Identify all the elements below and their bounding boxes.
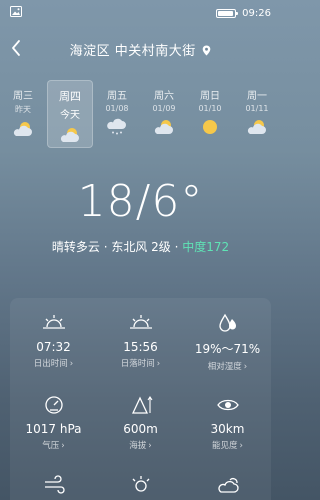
day-item[interactable]: 周一 01/11: [234, 80, 280, 148]
day-item[interactable]: 周三 昨天: [0, 80, 46, 148]
day-date: 01/08: [105, 104, 129, 113]
sunset-label: 日落时间 ›: [97, 357, 184, 369]
altitude-label-text: 海拔: [129, 441, 147, 451]
current-condition: 晴转多云 · 东北风 2级 · 中度172: [0, 238, 281, 255]
current-temperature: 18/6°: [77, 176, 204, 227]
day-item[interactable]: 周五 01/08: [94, 80, 140, 148]
sunrise-icon: [42, 315, 65, 329]
sunrise-label: 日出时间 ›: [10, 357, 97, 369]
cloud-rain-snow-icon: [107, 118, 126, 135]
location-pin-icon: [203, 45, 211, 56]
humidity-icon: [218, 313, 236, 332]
day-date: 01/09: [152, 104, 176, 113]
day-date: 01/11: [245, 104, 269, 113]
visibility-label-text: 能见度: [212, 441, 238, 451]
humidity-label-text: 相对湿度: [207, 362, 242, 372]
chevron-right-icon: ›: [69, 359, 74, 369]
visibility-cell[interactable]: 30km 能见度 ›: [184, 394, 271, 451]
pressure-gauge-icon: [44, 396, 63, 414]
visibility-label: 能见度 ›: [184, 439, 271, 451]
day-date: 01/10: [198, 104, 222, 113]
sunset-icon: [129, 315, 152, 329]
chevron-right-icon: ›: [156, 359, 161, 369]
location-title[interactable]: 海淀区 中关村南大街: [0, 40, 281, 59]
day-item[interactable]: 周日 01/10: [187, 80, 233, 148]
day-date: 昨天: [15, 105, 31, 114]
sunrise-value: 07:32: [36, 340, 71, 354]
day-name: 周三: [13, 91, 33, 102]
humidity-cell[interactable]: 19%～71% 相对湿度 ›: [184, 312, 271, 372]
pressure-label: 气压 ›: [10, 439, 97, 451]
sunrise-cell[interactable]: 07:32 日出时间 ›: [10, 312, 97, 369]
pressure-value: 1017 hPa: [25, 422, 82, 436]
partly-cloudy-icon: [13, 122, 33, 136]
day-name: 周四: [59, 90, 81, 103]
pressure-cell[interactable]: 1017 hPa 气压 ›: [10, 394, 97, 451]
condition-text: 晴转多云 · 东北风 2级 ·: [51, 240, 183, 254]
status-bar: 09:26: [0, 0, 281, 24]
weather-details-panel: 07:32 日出时间 › 15:56 日落时间 › 19%～71% 相对湿度 › 10…: [10, 298, 271, 500]
humidity-value: 19%～71%: [194, 342, 261, 356]
sunrise-label-text: 日出时间: [33, 359, 68, 369]
day-name: 周五: [107, 91, 127, 102]
chevron-right-icon: ›: [61, 441, 65, 451]
chevron-right-icon: ›: [148, 441, 152, 451]
location-text: 海淀区 中关村南大街: [69, 44, 196, 59]
day-name: 周一: [247, 91, 267, 102]
humidity-label: 相对湿度 ›: [184, 360, 271, 372]
cloud-sun-icon: [217, 478, 239, 493]
battery-icon: [216, 9, 239, 18]
status-time: 09:26: [242, 8, 271, 19]
altitude-icon: [131, 396, 152, 414]
chevron-right-icon: ›: [243, 362, 248, 372]
header: 海淀区 中关村南大街: [0, 36, 281, 62]
day-name: 周日: [200, 91, 220, 102]
wind-icon: [44, 475, 65, 494]
wind-cell[interactable]: [10, 474, 97, 496]
day-item-selected[interactable]: 周四 今天: [47, 80, 93, 148]
sunny-icon: [203, 120, 217, 134]
sunset-cell[interactable]: 15:56 日落时间 ›: [97, 312, 184, 369]
chevron-right-icon: ›: [239, 441, 243, 451]
visibility-eye-icon: [216, 399, 239, 411]
altitude-cell[interactable]: 600m 海拔 ›: [97, 394, 184, 451]
partly-cloudy-icon: [247, 120, 266, 134]
sunset-value: 15:56: [123, 340, 158, 354]
pressure-label-text: 气压: [42, 441, 60, 451]
partly-cloudy-icon: [154, 120, 173, 134]
day-item[interactable]: 周六 01/09: [141, 80, 187, 148]
cloud-cell[interactable]: [184, 474, 271, 496]
day-forecast-strip: 周三 昨天 周四 今天 周五 01/08 周六 01/09 周日 01/10 周…: [0, 80, 281, 148]
partly-cloudy-icon: [60, 128, 79, 142]
visibility-value: 30km: [210, 422, 245, 436]
sun-outline-icon: [132, 476, 149, 492]
day-date: 今天: [60, 110, 80, 121]
sunset-label-text: 日落时间: [120, 359, 155, 369]
altitude-label: 海拔 ›: [97, 439, 184, 451]
day-name: 周六: [154, 91, 174, 102]
uv-cell[interactable]: [97, 474, 184, 496]
image-notification-icon: [10, 6, 22, 17]
aqi-badge[interactable]: 中度172: [182, 240, 229, 254]
altitude-value: 600m: [123, 422, 158, 436]
